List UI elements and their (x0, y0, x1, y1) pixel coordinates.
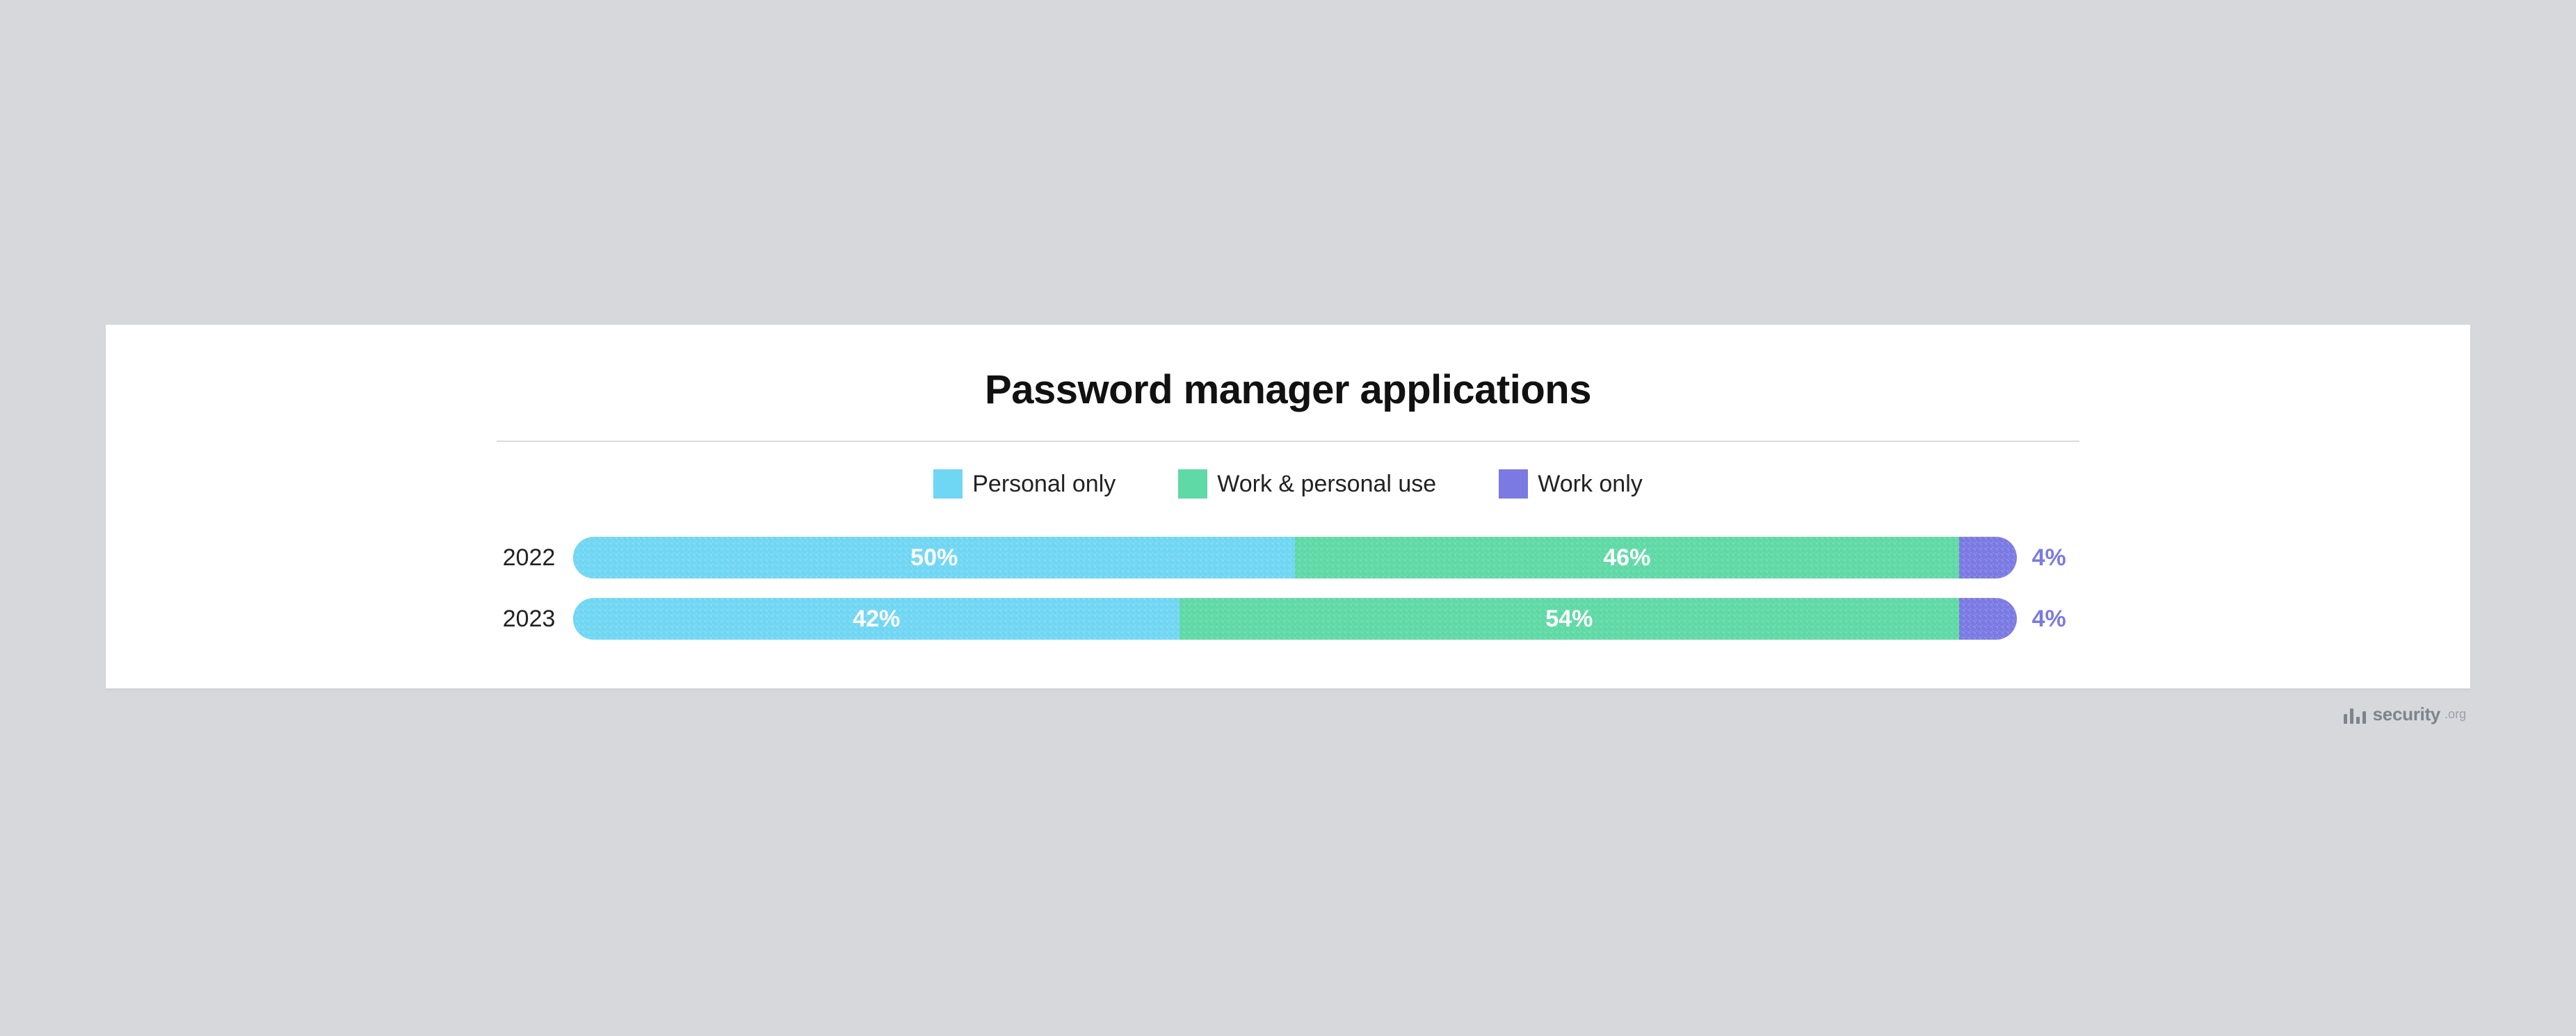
bar-category-label: 2023 (497, 606, 573, 633)
bar-segment-work-only (1959, 537, 2017, 578)
legend-swatch (1499, 469, 1528, 499)
bar-segment-work-only (1959, 598, 2017, 640)
bar-external-label: 4% (2017, 606, 2079, 633)
attribution-brand: security (2373, 704, 2440, 725)
bar-row-2022: 2022 50% 46% 4% (497, 537, 2079, 578)
chart-title: Password manager applications (189, 366, 2387, 413)
legend-item-work-and-personal: Work & personal use (1178, 469, 1436, 499)
bar-segment-personal-only: 50% (573, 537, 1295, 578)
chart-card: Password manager applications Personal o… (106, 325, 2470, 688)
bar-track: 50% 46% (573, 537, 2016, 578)
legend-label: Work & personal use (1217, 471, 1436, 498)
chart-inner: Personal only Work & personal use Work o… (497, 441, 2079, 640)
bar-segment-work-and-personal: 54% (1180, 598, 1959, 640)
legend-label: Personal only (972, 471, 1116, 498)
legend-item-work-only: Work only (1499, 469, 1643, 499)
legend-swatch (1178, 469, 1207, 499)
bar-group: 2022 50% 46% 4% 2023 42% 54% 4% (497, 537, 2079, 640)
bar-track: 42% 54% (573, 598, 2016, 640)
attribution: security .org (106, 704, 2470, 725)
divider (497, 441, 2079, 442)
bar-segment-personal-only: 42% (573, 598, 1180, 640)
attribution-suffix: .org (2445, 707, 2466, 722)
bar-external-label: 4% (2017, 544, 2079, 572)
legend: Personal only Work & personal use Work o… (497, 469, 2079, 499)
bar-row-2023: 2023 42% 54% 4% (497, 598, 2079, 640)
legend-swatch (933, 469, 963, 499)
bar-category-label: 2022 (497, 544, 573, 572)
legend-item-personal-only: Personal only (933, 469, 1116, 499)
legend-label: Work only (1538, 471, 1643, 498)
brand-bars-icon (2344, 706, 2366, 724)
bar-segment-work-and-personal: 46% (1295, 537, 1959, 578)
